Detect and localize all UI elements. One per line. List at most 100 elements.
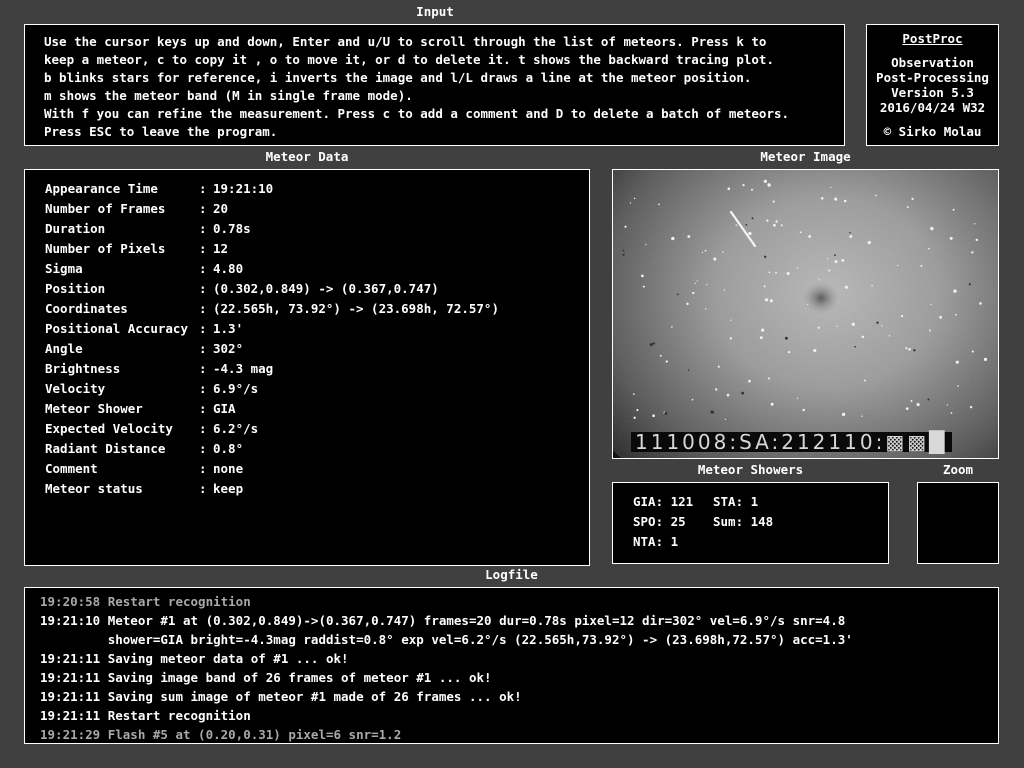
field-separator: : xyxy=(199,461,207,476)
star xyxy=(849,231,851,234)
meteor-data-row: Sigma:4.80 xyxy=(45,259,589,279)
star xyxy=(759,336,763,340)
field-separator: : xyxy=(199,201,207,216)
star xyxy=(659,354,662,357)
logfile-title: Logfile xyxy=(485,567,538,582)
star xyxy=(796,267,799,269)
star xyxy=(830,186,832,189)
star xyxy=(717,365,720,368)
star xyxy=(834,197,838,201)
star xyxy=(875,194,877,197)
meteor-data-panel: Appearance Time:19:21:10 Number of Frames… xyxy=(24,169,590,566)
shower-count: SPO: 25 xyxy=(633,514,686,529)
star xyxy=(723,289,726,291)
star xyxy=(969,405,973,409)
help-line: keep a meteor, c to copy it , o to move … xyxy=(44,52,774,67)
star xyxy=(769,299,773,303)
star xyxy=(813,348,817,353)
star xyxy=(748,231,752,236)
star xyxy=(696,280,698,282)
app-name: PostProc xyxy=(902,31,963,46)
help-line: m shows the meteor band (M in single fra… xyxy=(44,88,413,103)
star xyxy=(957,385,959,387)
field-value: 20 xyxy=(213,201,229,216)
timestamp-overlay: 111008:SA:212110:▩▩█ xyxy=(631,432,952,452)
star xyxy=(786,271,790,276)
star xyxy=(686,302,689,306)
star xyxy=(979,302,982,305)
shower-count: GIA: 121 xyxy=(633,494,694,509)
field-separator: : xyxy=(199,481,207,496)
star xyxy=(796,397,799,399)
field-label: Expected Velocity xyxy=(45,421,173,436)
meteor-data-row: Position: (0.302,0.849) -> (0.367,0.747) xyxy=(45,279,589,299)
star xyxy=(946,404,949,406)
log-entry: shower=GIA bright=-4.3mag raddist=0.8° e… xyxy=(40,632,853,647)
field-value: 0.78s xyxy=(213,221,251,236)
star xyxy=(897,264,899,267)
star xyxy=(763,179,768,184)
star xyxy=(900,314,904,318)
star xyxy=(775,220,778,223)
star xyxy=(687,369,690,371)
star xyxy=(763,285,766,288)
meteor-data-row: Radiant Distance:0.8° xyxy=(45,439,589,459)
meteor-data-row: Positional Accuracy:1.3' xyxy=(45,319,589,339)
star xyxy=(784,336,788,340)
field-separator: : xyxy=(199,241,207,256)
input-panel-title: Input xyxy=(416,4,454,19)
star xyxy=(636,409,639,412)
star xyxy=(649,343,653,347)
field-label: Number of Frames xyxy=(45,201,166,216)
star xyxy=(722,251,724,253)
zoom-title: Zoom xyxy=(942,462,974,477)
field-value: 19:21:10 xyxy=(213,181,274,196)
star xyxy=(713,257,717,261)
star xyxy=(888,335,891,337)
star xyxy=(715,388,718,391)
star xyxy=(974,223,976,225)
star xyxy=(645,243,647,246)
about-panel: PostProc Observation Post-Processing Ver… xyxy=(866,24,999,146)
star xyxy=(834,254,836,257)
star xyxy=(642,285,645,288)
meteor-data-row: Number of Frames:20 xyxy=(45,199,589,219)
star xyxy=(871,284,873,287)
field-label: Position xyxy=(45,281,106,296)
meteor-image xyxy=(613,170,998,458)
field-label: Sigma xyxy=(45,261,83,276)
help-line: Use the cursor keys up and down, Enter a… xyxy=(44,34,767,49)
field-label: Angle xyxy=(45,341,83,356)
star xyxy=(968,283,971,286)
star xyxy=(841,259,845,262)
meteor-image-title: Meteor Image xyxy=(760,149,851,164)
field-value: (0.302,0.849) -> (0.367,0.747) xyxy=(213,281,439,296)
star xyxy=(761,328,765,332)
star xyxy=(773,223,776,227)
field-label: Velocity xyxy=(45,381,106,396)
star xyxy=(955,360,959,364)
meteor-image-panel: 111008:SA:212110:▩▩█ xyxy=(612,169,999,459)
star xyxy=(975,238,979,242)
star xyxy=(622,253,625,256)
star xyxy=(905,407,909,410)
meteor-data-row: Angle:302° xyxy=(45,339,589,359)
log-entry: 19:21:29 Flash #5 at (0.20,0.31) pixel=6… xyxy=(40,727,402,742)
field-value: 1.3' xyxy=(213,321,244,336)
zoom-view xyxy=(917,482,999,564)
star xyxy=(817,326,820,329)
log-entry: 19:20:58 Restart recognition xyxy=(40,594,251,609)
star xyxy=(876,321,879,324)
field-label: Appearance Time xyxy=(45,181,158,196)
field-value: 12 xyxy=(213,241,229,256)
field-value: (22.565h, 73.92°) -> (23.698h, 72.57°) xyxy=(213,301,499,316)
log-entry: 19:21:11 Saving sum image of meteor #1 m… xyxy=(40,689,522,704)
star xyxy=(768,271,771,274)
field-value: 4.80 xyxy=(213,261,244,276)
meteor-showers-panel: GIA: 121 STA: 1 SPO: 25 Sum: 148 NTA: 1 xyxy=(612,482,889,564)
field-label: Positional Accuracy xyxy=(45,321,188,336)
star xyxy=(928,247,930,250)
star xyxy=(664,411,668,415)
star xyxy=(939,315,943,319)
star xyxy=(799,231,802,234)
